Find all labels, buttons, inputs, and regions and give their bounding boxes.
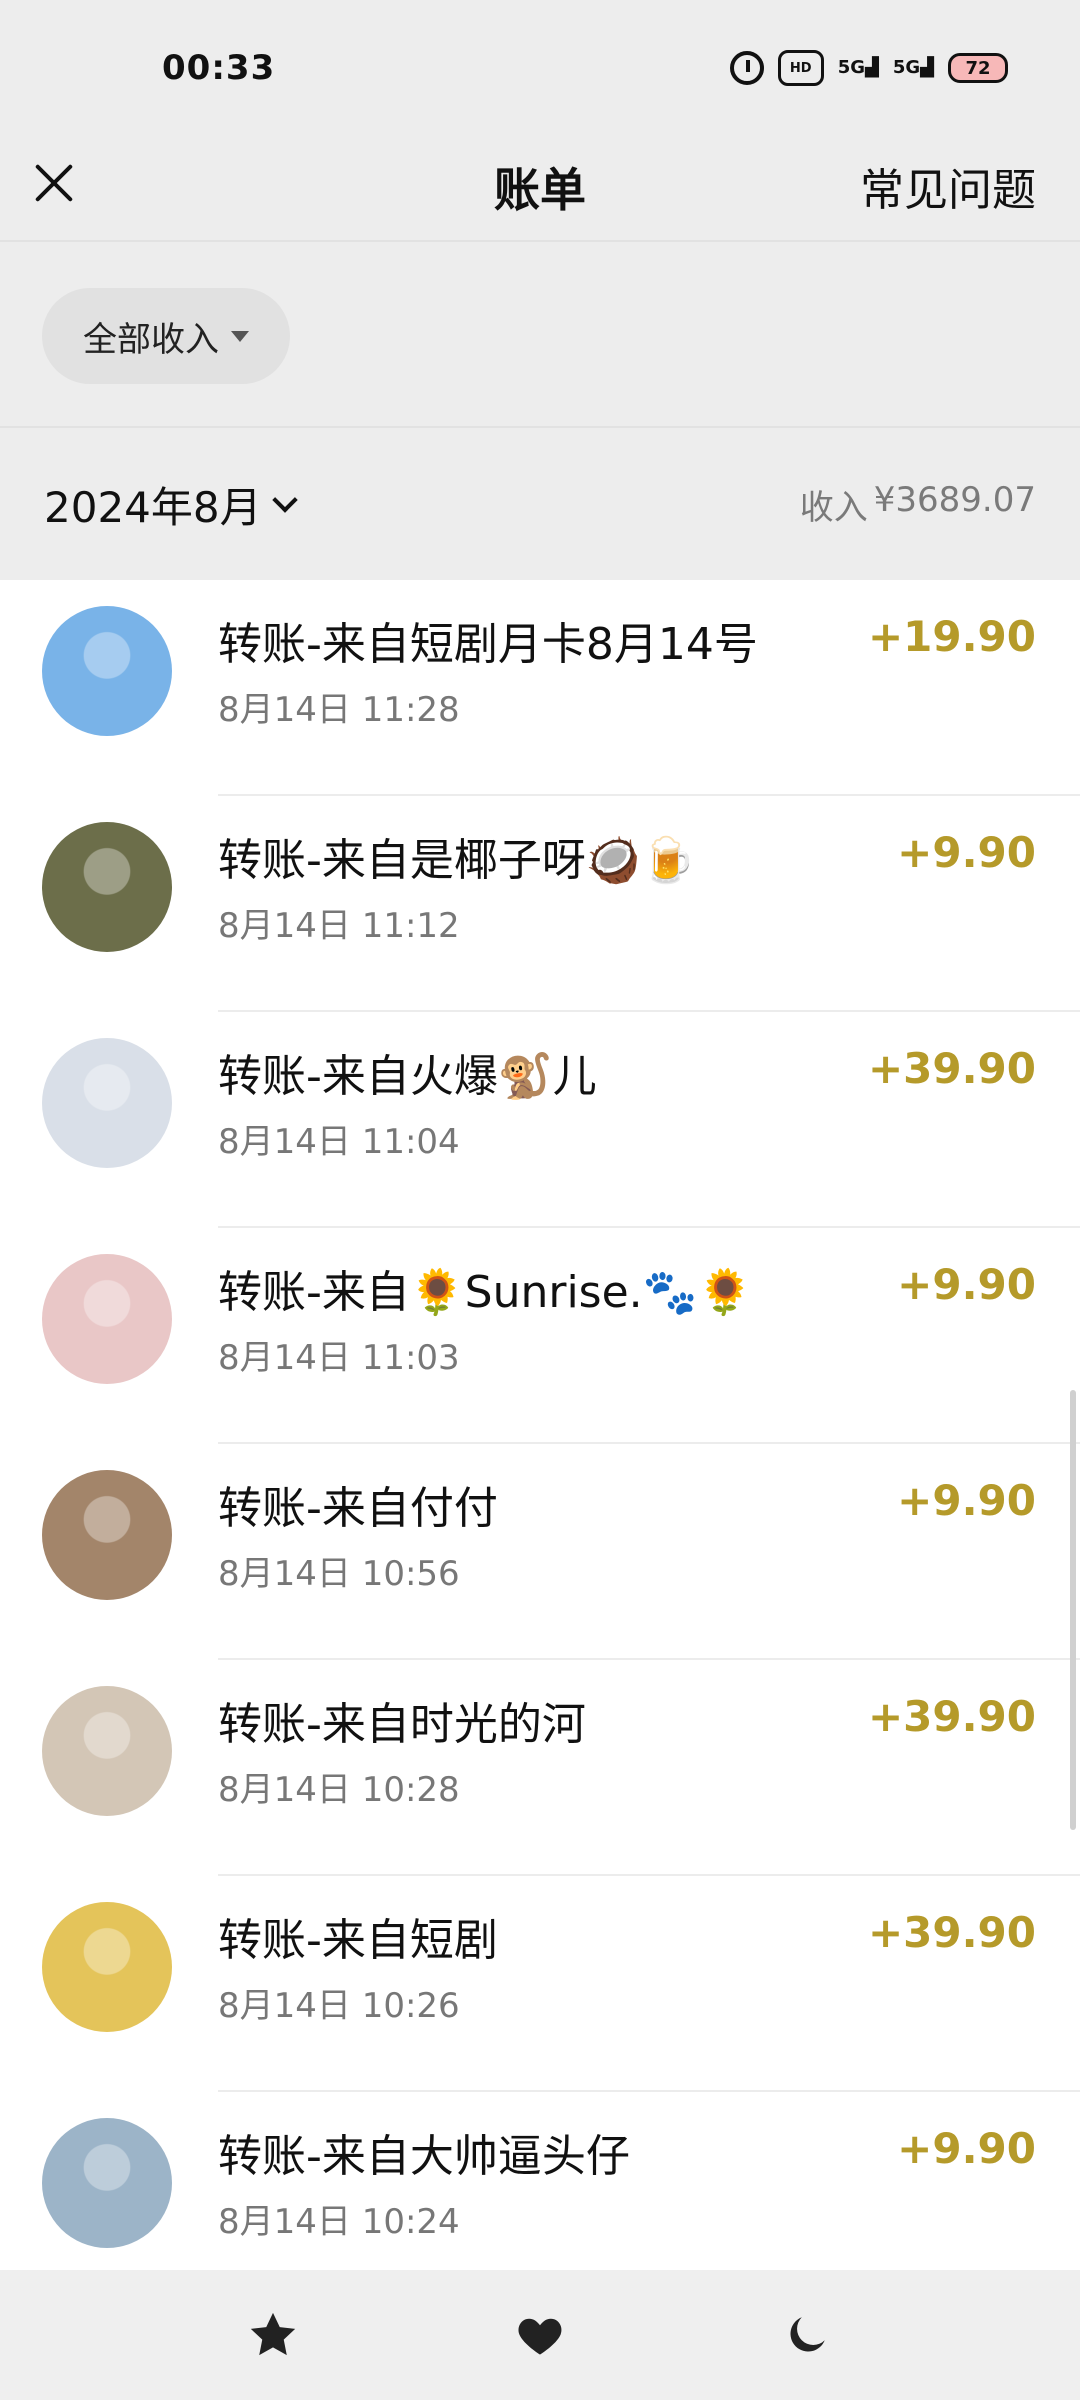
battery-level: 72	[965, 57, 991, 79]
transaction-row[interactable]: 转账-来自大帅逼头仔 8月14日 10:24 +9.90	[0, 2092, 1080, 2270]
moon-icon[interactable]	[772, 2300, 842, 2370]
avatar	[42, 1254, 172, 1384]
income-filter-dropdown[interactable]: 全部收入	[42, 288, 290, 384]
summary-amount: ¥3689.07	[873, 480, 1036, 520]
transaction-time: 8月14日 11:04	[218, 1122, 460, 1162]
transaction-time: 8月14日 11:03	[218, 1338, 460, 1378]
transaction-time: 8月14日 10:28	[218, 1770, 460, 1810]
transaction-row[interactable]: 转账-来自时光的河 8月14日 10:28 +39.90	[0, 1660, 1080, 1876]
transaction-amount: +9.90	[897, 1476, 1036, 1525]
avatar	[42, 822, 172, 952]
transaction-row[interactable]: 转账-来自🌻Sunrise.🐾🌻 8月14日 11:03 +9.90	[0, 1228, 1080, 1444]
avatar	[42, 1902, 172, 2032]
transaction-row[interactable]: 转账-来自短剧 8月14日 10:26 +39.90	[0, 1876, 1080, 2092]
transaction-title: 转账-来自🌻Sunrise.🐾🌻	[218, 1267, 753, 1318]
transaction-title: 转账-来自付付	[218, 1483, 498, 1534]
avatar	[42, 1470, 172, 1600]
nav-bar: 账单 常见问题	[0, 140, 1080, 240]
transaction-amount: +39.90	[867, 1044, 1036, 1093]
status-icons: HD 5G ▟ 5G ▟ 72	[729, 50, 1008, 86]
transaction-amount: +9.90	[897, 828, 1036, 877]
transaction-row[interactable]: 转账-来自火爆🐒儿 8月14日 11:04 +39.90	[0, 1012, 1080, 1228]
signal-icon-1: 5G ▟	[837, 57, 879, 78]
status-bar: 00:33 HD 5G ▟ 5G ▟ 72	[0, 0, 1080, 140]
transaction-title: 转账-来自时光的河	[218, 1699, 586, 1750]
transaction-title: 转账-来自短剧	[218, 1915, 498, 1966]
transaction-amount: +19.90	[867, 612, 1036, 661]
hd-call-icon: HD	[777, 50, 824, 86]
transaction-list: 转账-来自短剧月卡8月14号 8月14日 11:28 +19.90 转账-来自是…	[0, 580, 1080, 2270]
signal-label-1: 5G	[837, 57, 865, 78]
transaction-row[interactable]: 转账-来自付付 8月14日 10:56 +9.90	[0, 1444, 1080, 1660]
transaction-time: 8月14日 10:26	[218, 1986, 460, 2026]
transaction-time: 8月14日 10:56	[218, 1554, 460, 1594]
filter-label: 全部收入	[83, 319, 219, 360]
transaction-title: 转账-来自短剧月卡8月14号	[218, 619, 758, 670]
chevron-down-icon	[271, 486, 298, 513]
month-selector[interactable]: 2024年8月	[44, 474, 298, 535]
avatar	[42, 606, 172, 736]
divider	[0, 240, 1080, 242]
transaction-title: 转账-来自是椰子呀🥥🍺	[218, 835, 696, 886]
faq-link[interactable]: 常见问题	[860, 154, 1036, 218]
transaction-amount: +39.90	[867, 1908, 1036, 1957]
transaction-row[interactable]: 转账-来自短剧月卡8月14号 8月14日 11:28 +19.90	[0, 580, 1080, 796]
caret-down-icon	[231, 330, 249, 342]
summary-label: 收入	[799, 488, 868, 528]
avatar	[42, 1686, 172, 1816]
transaction-title: 转账-来自火爆🐒儿	[218, 1051, 597, 1102]
bottom-tab-bar	[0, 2270, 1080, 2400]
signal-icon-2: 5G ▟	[892, 57, 934, 78]
month-header: 2024年8月 收入 ¥3689.07	[0, 432, 1080, 580]
transaction-time: 8月14日 11:28	[218, 690, 460, 730]
battery-icon: 72	[948, 53, 1008, 83]
alarm-icon	[729, 51, 764, 85]
avatar	[42, 1038, 172, 1168]
transaction-title: 转账-来自大帅逼头仔	[218, 2131, 630, 2182]
transaction-amount: +9.90	[897, 1260, 1036, 1309]
month-income-summary: 收入 ¥3689.07	[800, 480, 1036, 529]
transaction-time: 8月14日 10:24	[218, 2202, 460, 2242]
scrollbar[interactable]	[1070, 1390, 1076, 1830]
star-icon[interactable]	[238, 2300, 308, 2370]
transaction-amount: +39.90	[867, 1692, 1036, 1741]
transaction-time: 8月14日 11:12	[218, 906, 460, 946]
heart-icon[interactable]	[505, 2300, 575, 2370]
divider	[0, 426, 1080, 428]
avatar	[42, 2118, 172, 2248]
month-label: 2024年8月	[44, 483, 262, 532]
transaction-row[interactable]: 转账-来自是椰子呀🥥🍺 8月14日 11:12 +9.90	[0, 796, 1080, 1012]
status-time: 00:33	[162, 48, 276, 88]
signal-label-2: 5G	[892, 57, 921, 78]
transaction-amount: +9.90	[897, 2124, 1036, 2173]
